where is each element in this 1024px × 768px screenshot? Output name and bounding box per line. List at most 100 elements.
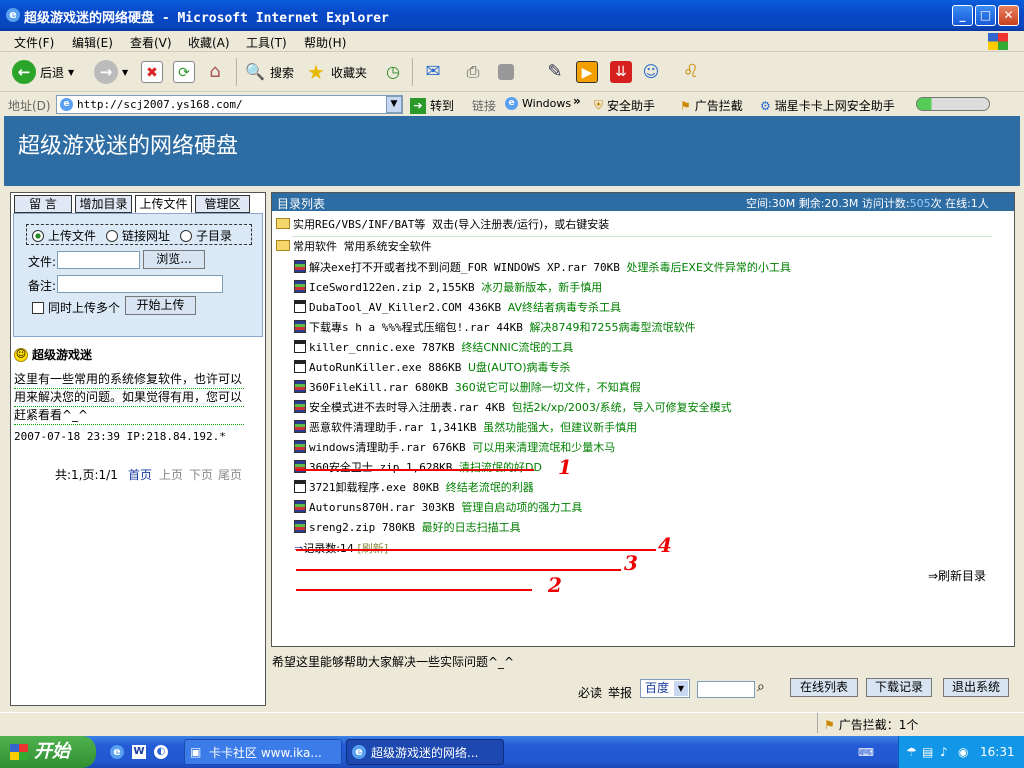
go-button[interactable]: ➔ 转到	[410, 97, 454, 114]
file-name[interactable]: 恶意软件清理助手.rar	[309, 421, 424, 434]
menu-file[interactable]: 文件(F)	[14, 34, 54, 51]
tab-upload-file[interactable]: 上传文件	[135, 195, 192, 213]
file-row[interactable]: 3721卸载程序.exe 80KB 终结老流氓的利器	[294, 480, 534, 496]
multi-upload-checkbox[interactable]: 同时上传多个	[32, 299, 120, 316]
tab-add-directory[interactable]: 增加目录	[75, 195, 132, 213]
file-row[interactable]: sreng2.zip 780KB 最好的日志扫描工具	[294, 520, 521, 536]
radio-upload-file[interactable]: 上传文件	[32, 227, 96, 244]
keyboard-icon[interactable]: ⌨	[858, 746, 874, 759]
logout-button[interactable]: 退出系统	[943, 678, 1009, 697]
stop-icon[interactable]: ✖	[141, 61, 163, 83]
network-icon[interactable]: ▤	[922, 745, 933, 759]
menu-edit[interactable]: 编辑(E)	[72, 34, 113, 51]
home-icon[interactable]: ⌂	[204, 61, 226, 83]
address-input[interactable]: http://scj2007.ys168.com/	[56, 95, 403, 114]
umbrella-icon[interactable]: ☂	[906, 745, 917, 759]
minimize-button[interactable]: _	[952, 5, 973, 26]
file-row[interactable]: DubaTool_AV_Killer2.COM 436KB AV终结者病毒专杀工…	[294, 300, 621, 316]
pager-next[interactable]: 下页	[189, 466, 213, 483]
refresh-directory-link[interactable]: ⇒刷新目录	[928, 567, 986, 584]
menu-tools[interactable]: 工具(T)	[246, 34, 287, 51]
messenger-icon[interactable]: ✎	[544, 61, 566, 83]
file-row[interactable]: AutoRunKiller.exe 886KB U盘(AUTO)病毒专杀	[294, 360, 571, 376]
quicklaunch-ie-icon[interactable]: e	[110, 745, 124, 759]
page-icon: e	[60, 98, 73, 111]
file-row[interactable]: 安全模式进不去时导入注册表.rar 4KB 包括2k/xp/2003/系统，导入…	[294, 400, 732, 416]
download-log-button[interactable]: 下载记录	[866, 678, 932, 697]
folder-row[interactable]: 实用REG/VBS/INF/BAT等 双击(导入注册表/运行)，或右键安装	[276, 217, 609, 233]
file-name[interactable]: killer_cnnic.exe	[309, 341, 415, 354]
link-windows[interactable]: e Windows	[505, 97, 571, 110]
link-adblock[interactable]: ⚑ 广告拦截	[680, 97, 743, 114]
task-current-window[interactable]: 超级游戏迷的网络...	[346, 739, 504, 765]
folder-row[interactable]: 常用软件 常用系统安全软件	[276, 239, 432, 255]
file-name[interactable]: 下载專s h a %%%程式压缩包!.rar	[309, 321, 490, 334]
file-row[interactable]: 360安全卫士.zip 1,628KB 清扫流氓的好DD	[294, 460, 542, 476]
maximize-button[interactable]: □	[975, 5, 996, 26]
file-row[interactable]: IceSword122en.zip 2,155KB 冰刃最新版本，新手慎用	[294, 280, 602, 296]
print-icon[interactable]: ⎙	[462, 61, 484, 83]
report-link[interactable]: 举报	[608, 684, 632, 701]
file-row[interactable]: 解决exe打不开或者找不到问题_FOR WINDOWS XP.rar 70KB …	[294, 260, 791, 276]
menu-favorites[interactable]: 收藏(A)	[188, 34, 230, 51]
link-security-helper[interactable]: ⛨ 安全助手	[594, 97, 655, 114]
links-chevron[interactable]: »	[573, 94, 581, 108]
start-upload-button[interactable]: 开始上传	[125, 296, 196, 315]
security-tray-icon[interactable]: ◉	[958, 745, 968, 759]
history-icon[interactable]: ◷	[382, 61, 404, 83]
note-input[interactable]	[57, 275, 223, 293]
file-row[interactable]: 360FileKill.rar 680KB 360说它可以删除一切文件，不知真假	[294, 380, 641, 396]
forward-button[interactable]: → ▼	[94, 60, 128, 84]
search-button[interactable]: 🔍 搜索	[244, 61, 294, 83]
link-rising[interactable]: ⚙ 瑞星卡卡上网安全助手	[760, 97, 895, 114]
search-engine-select[interactable]: 百度 ▼	[640, 679, 690, 698]
back-button[interactable]: ← 后退 ▼	[12, 60, 74, 84]
file-row[interactable]: Autoruns870H.rar 303KB 管理自启动项的强力工具	[294, 500, 582, 516]
media-icon[interactable]: ▶	[576, 61, 598, 83]
must-read-link[interactable]: 必读	[578, 684, 602, 701]
quicklaunch-app-icon[interactable]: ◐	[154, 745, 168, 759]
browse-button[interactable]: 浏览...	[143, 250, 205, 269]
edit-icon[interactable]	[498, 64, 514, 80]
file-name[interactable]: AutoRunKiller.exe	[309, 361, 422, 374]
radio-subdirectory[interactable]: 子目录	[180, 227, 232, 244]
lion-icon[interactable]: ♌	[680, 61, 702, 83]
file-input[interactable]	[57, 251, 140, 269]
pager-last[interactable]: 尾页	[218, 466, 242, 483]
file-row[interactable]: 恶意软件清理助手.rar 1,341KB 虽然功能强大，但建议新手慎用	[294, 420, 637, 436]
file-name[interactable]: 360FileKill.rar	[309, 381, 408, 394]
file-name[interactable]: 360安全卫士.zip	[309, 461, 399, 474]
file-name[interactable]: Autoruns870H.rar	[309, 501, 415, 514]
file-name[interactable]: windows清理助手.rar	[309, 441, 426, 454]
file-row[interactable]: windows清理助手.rar 676KB 可以用来清理流氓和少量木马	[294, 440, 615, 456]
search-icon[interactable]: ⌕	[757, 679, 765, 695]
pager-prev[interactable]: 上页	[159, 466, 183, 483]
file-name[interactable]: 解决exe打不开或者找不到问题_FOR WINDOWS XP.rar	[309, 261, 587, 274]
task-kaka-community[interactable]: 卡卡社区 www.ika...	[184, 739, 342, 765]
file-row[interactable]: 下载專s h a %%%程式压缩包!.rar 44KB 解决8749和7255病…	[294, 320, 695, 336]
mail-icon[interactable]: ✉	[422, 61, 444, 83]
file-name[interactable]: 安全模式进不去时导入注册表.rar	[309, 401, 479, 414]
contacts-icon[interactable]: ☺	[640, 61, 662, 83]
online-list-button[interactable]: 在线列表	[790, 678, 858, 697]
status-adblock[interactable]: ⚑ 广告拦截：1个	[824, 716, 918, 733]
tab-admin[interactable]: 管理区	[195, 195, 250, 213]
file-name[interactable]: DubaTool_AV_Killer2.COM	[309, 301, 461, 314]
radio-link-url[interactable]: 链接网址	[106, 227, 170, 244]
file-name[interactable]: 3721卸载程序.exe	[309, 481, 406, 494]
pager-first[interactable]: 首页	[128, 466, 152, 483]
file-name[interactable]: IceSword122en.zip	[309, 281, 422, 294]
search-input[interactable]	[697, 681, 755, 698]
menu-view[interactable]: 查看(V)	[130, 34, 172, 51]
download-icon[interactable]: ⇊	[610, 61, 632, 83]
quicklaunch-word-icon[interactable]: W	[132, 745, 146, 759]
menu-help[interactable]: 帮助(H)	[304, 34, 346, 51]
favorites-button[interactable]: ★ 收藏夹	[305, 61, 367, 83]
volume-icon[interactable]: ♪	[940, 745, 948, 759]
address-dropdown-icon[interactable]: ▼	[386, 96, 402, 113]
close-button[interactable]: ✕	[998, 5, 1019, 26]
file-row[interactable]: killer_cnnic.exe 787KB 终结CNNIC流氓的工具	[294, 340, 573, 356]
file-name[interactable]: sreng2.zip	[309, 521, 375, 534]
tab-message[interactable]: 留 言	[14, 195, 72, 213]
refresh-icon[interactable]: ⟳	[173, 61, 195, 83]
